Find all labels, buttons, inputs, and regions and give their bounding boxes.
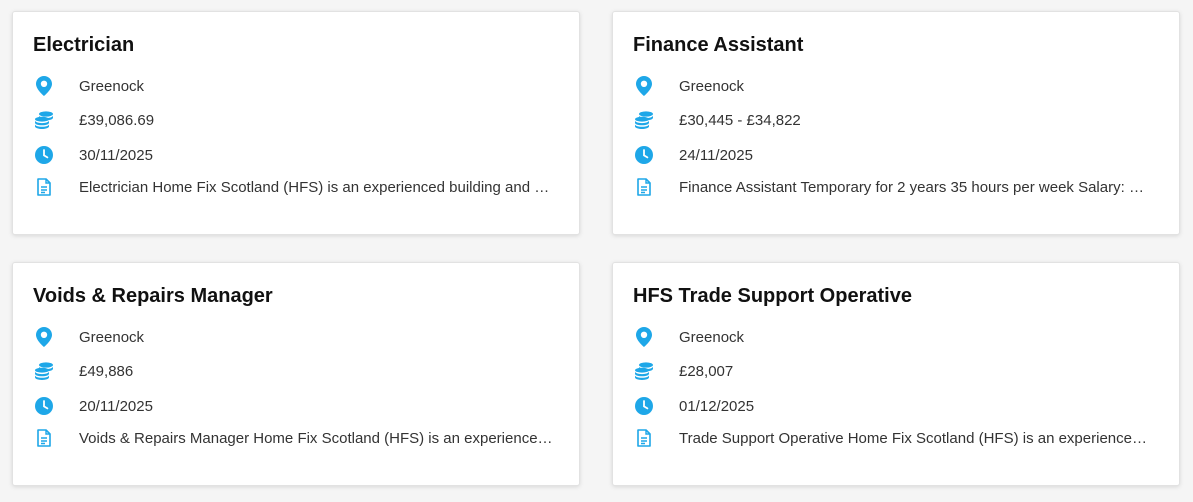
job-salary: £39,086.69 <box>79 111 155 129</box>
job-description: Voids & Repairs Manager Home Fix Scotlan… <box>79 429 553 447</box>
job-location-row: Greenock <box>33 75 559 97</box>
job-card[interactable]: Finance Assistant Greenock £30,445 - £34… <box>612 11 1180 235</box>
job-title[interactable]: Finance Assistant <box>633 34 803 57</box>
document-icon <box>633 176 655 198</box>
job-description-row: Trade Support Operative Home Fix Scotlan… <box>633 427 1159 449</box>
job-location: Greenock <box>679 77 745 95</box>
job-location-row: Greenock <box>633 75 1159 97</box>
job-description-row: Finance Assistant Temporary for 2 years … <box>633 176 1159 198</box>
job-description-row: Voids & Repairs Manager Home Fix Scotlan… <box>33 427 559 449</box>
job-description-row: Electrician Home Fix Scotland (HFS) is a… <box>33 176 559 198</box>
job-closing-date: 30/11/2025 <box>79 146 153 164</box>
job-card[interactable]: HFS Trade Support Operative Greenock £28… <box>612 262 1180 486</box>
job-title[interactable]: Voids & Repairs Manager <box>33 285 273 308</box>
coins-icon <box>33 109 55 131</box>
job-location: Greenock <box>679 328 745 346</box>
coins-icon <box>633 109 655 131</box>
job-closing-date: 20/11/2025 <box>79 397 153 415</box>
job-card[interactable]: Voids & Repairs Manager Greenock £49,886… <box>12 262 580 486</box>
job-location-row: Greenock <box>33 326 559 348</box>
document-icon <box>633 427 655 449</box>
clock-icon <box>33 395 55 417</box>
job-location-row: Greenock <box>633 326 1159 348</box>
job-title[interactable]: HFS Trade Support Operative <box>633 285 912 308</box>
map-pin-icon <box>33 75 55 97</box>
coins-icon <box>633 360 655 382</box>
document-icon <box>33 427 55 449</box>
document-icon <box>33 176 55 198</box>
map-pin-icon <box>33 326 55 348</box>
map-pin-icon <box>633 326 655 348</box>
job-date-row: 20/11/2025 <box>33 395 559 417</box>
clock-icon <box>633 144 655 166</box>
job-salary-row: £28,007 <box>633 360 1159 382</box>
job-salary: £49,886 <box>79 362 134 380</box>
job-listing-grid: Electrician Greenock £39,086.69 30/11/20… <box>0 0 1193 502</box>
job-description: Trade Support Operative Home Fix Scotlan… <box>679 429 1153 447</box>
job-card[interactable]: Electrician Greenock £39,086.69 30/11/20… <box>12 11 580 235</box>
job-description: Finance Assistant Temporary for 2 years … <box>679 178 1153 196</box>
clock-icon <box>633 395 655 417</box>
coins-icon <box>33 360 55 382</box>
job-location: Greenock <box>79 77 145 95</box>
job-closing-date: 01/12/2025 <box>679 397 755 415</box>
job-salary-row: £39,086.69 <box>33 109 559 131</box>
job-date-row: 30/11/2025 <box>33 144 559 166</box>
job-description: Electrician Home Fix Scotland (HFS) is a… <box>79 178 553 196</box>
map-pin-icon <box>633 75 655 97</box>
job-salary-row: £30,445 - £34,822 <box>633 109 1159 131</box>
job-salary: £28,007 <box>679 362 734 380</box>
job-title[interactable]: Electrician <box>33 34 134 57</box>
job-date-row: 01/12/2025 <box>633 395 1159 417</box>
job-salary-row: £49,886 <box>33 360 559 382</box>
job-location: Greenock <box>79 328 145 346</box>
clock-icon <box>33 144 55 166</box>
job-closing-date: 24/11/2025 <box>679 146 753 164</box>
job-salary: £30,445 - £34,822 <box>679 111 801 129</box>
job-date-row: 24/11/2025 <box>633 144 1159 166</box>
